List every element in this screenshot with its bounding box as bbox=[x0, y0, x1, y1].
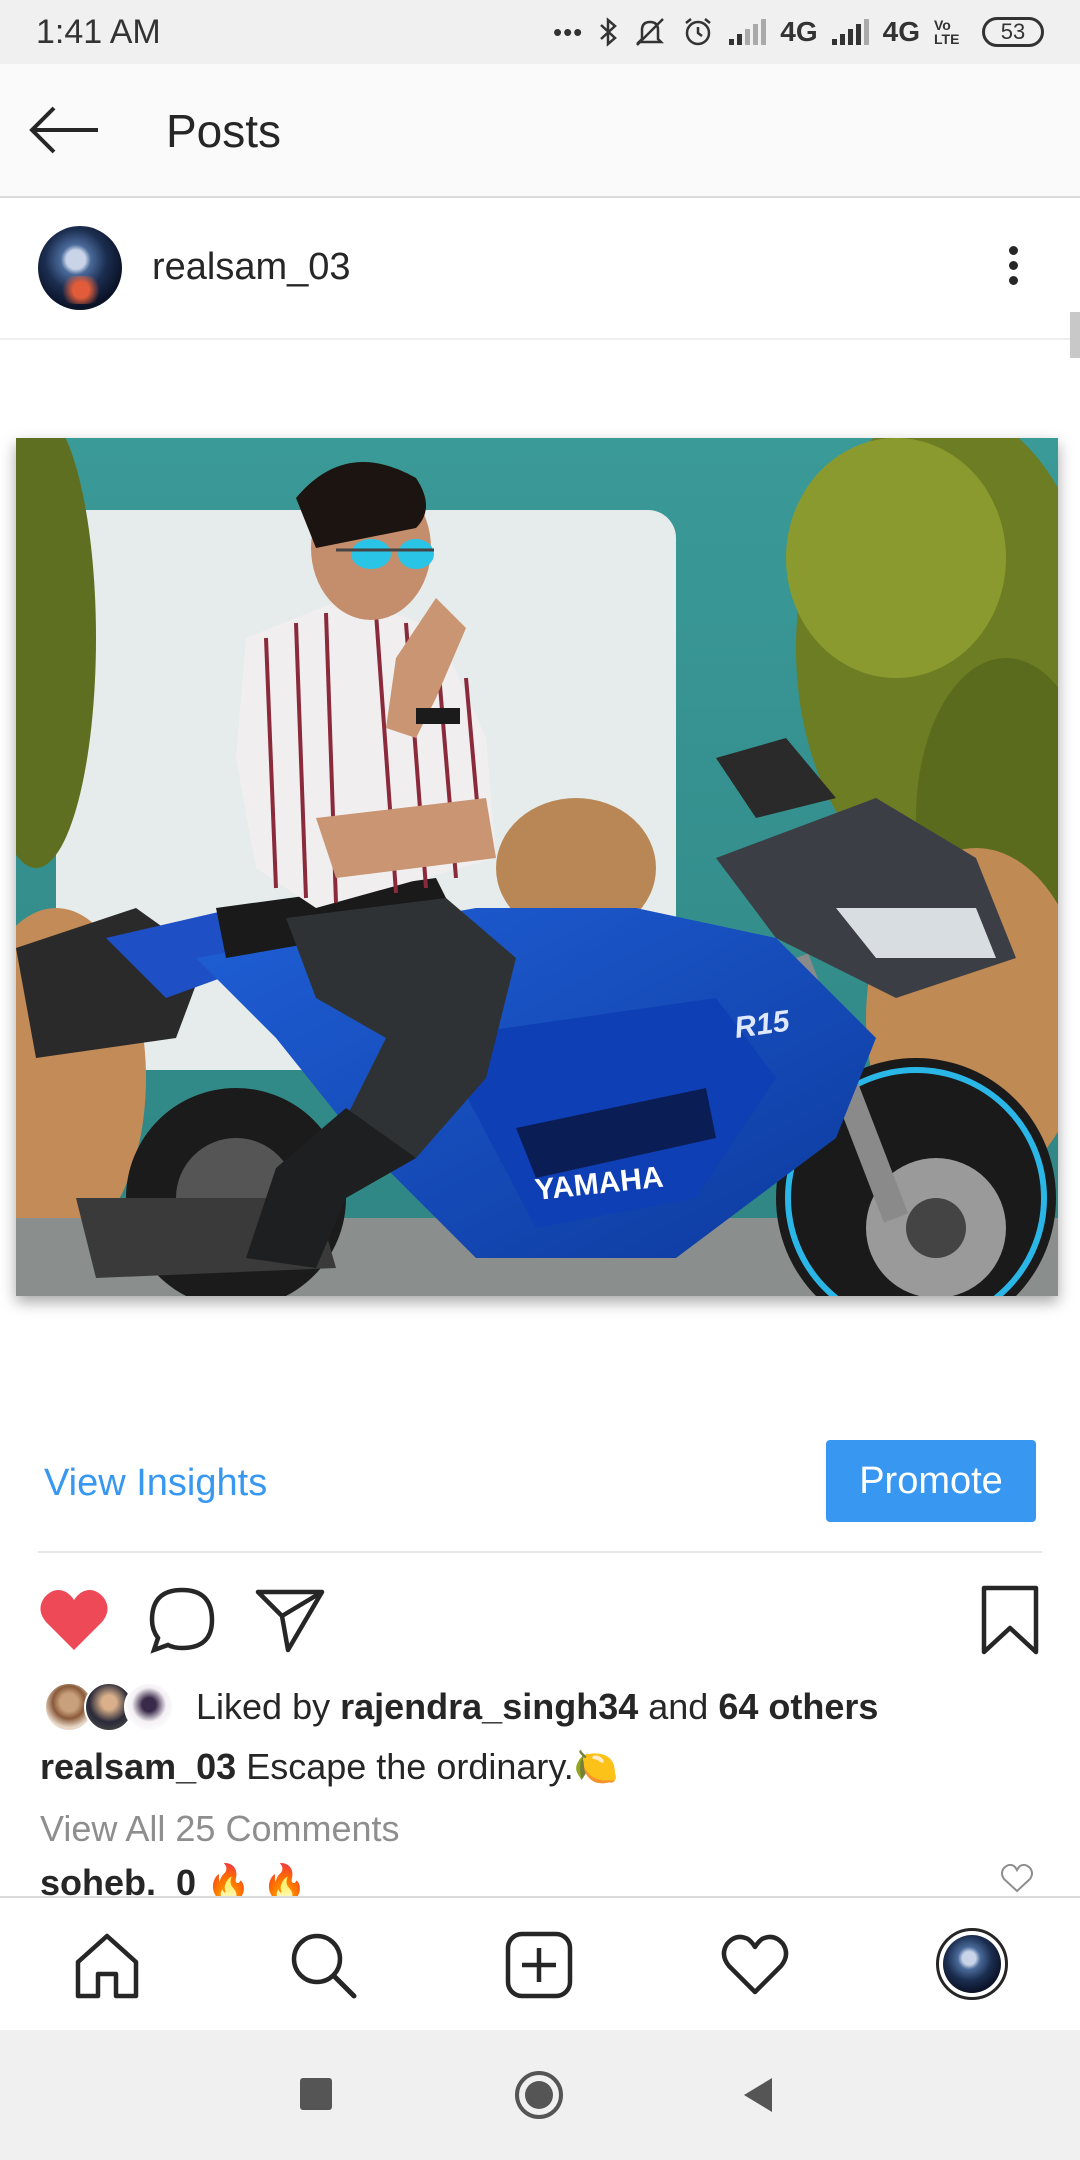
caption: realsam_03 Escape the ordinary.🍋 bbox=[40, 1746, 619, 1788]
promote-button[interactable]: Promote bbox=[826, 1440, 1036, 1522]
top-app-bar: Posts bbox=[0, 64, 1080, 198]
battery-level: 53 bbox=[1000, 19, 1026, 44]
add-post-icon[interactable] bbox=[502, 1928, 576, 2002]
signal-icon bbox=[831, 19, 869, 45]
author-avatar[interactable] bbox=[38, 226, 122, 310]
send-icon[interactable] bbox=[252, 1582, 328, 1658]
bookmark-icon[interactable] bbox=[972, 1582, 1048, 1658]
post-header: realsam_03 bbox=[0, 200, 1080, 340]
network-type-1: 4G bbox=[780, 16, 818, 47]
liker-avatars[interactable] bbox=[44, 1682, 174, 1736]
network-type-2: 4G bbox=[882, 16, 920, 47]
likes-prefix: Liked by bbox=[196, 1686, 331, 1727]
arrow-left-icon[interactable] bbox=[24, 100, 104, 160]
profile-avatar[interactable] bbox=[936, 1928, 1008, 2000]
volte-label: Vo LTE bbox=[934, 17, 960, 47]
heart-filled-icon[interactable] bbox=[36, 1582, 112, 1658]
home-icon[interactable] bbox=[70, 1928, 144, 2002]
activity-heart-icon[interactable] bbox=[718, 1928, 792, 2002]
likes-summary[interactable]: Liked by rajendra_singh34 and 64 others bbox=[196, 1686, 878, 1728]
divider bbox=[38, 1551, 1042, 1553]
page-title: Posts bbox=[166, 105, 282, 157]
alarm-icon bbox=[685, 18, 712, 46]
heart-outline-icon[interactable] bbox=[1000, 1862, 1034, 1894]
recent-apps-icon[interactable] bbox=[298, 2076, 334, 2112]
battery-icon: 53 bbox=[982, 17, 1044, 47]
caption-text: Escape the ordinary. bbox=[246, 1746, 574, 1787]
likes-others[interactable]: 64 others bbox=[718, 1686, 878, 1727]
search-icon[interactable] bbox=[286, 1928, 360, 2002]
signal-icon bbox=[729, 19, 767, 45]
post-photo[interactable]: YAMAHA R15 bbox=[16, 438, 1058, 1296]
more-vertical-icon[interactable] bbox=[996, 240, 1030, 300]
more-notifications-icon: ••• bbox=[552, 16, 584, 47]
author-username[interactable]: realsam_03 bbox=[152, 246, 351, 289]
photo-image: YAMAHA R15 bbox=[16, 438, 1058, 1296]
system-navigation-bar bbox=[0, 2030, 1080, 2160]
view-all-comments-link[interactable]: View All 25 Comments bbox=[40, 1808, 400, 1850]
bottom-navigation bbox=[0, 1896, 1080, 2030]
lemon-emoji: 🍋 bbox=[573, 1747, 619, 1788]
scrollbar[interactable] bbox=[1070, 312, 1080, 358]
back-triangle-icon[interactable] bbox=[740, 2076, 776, 2114]
liker-avatar bbox=[124, 1682, 174, 1732]
caption-username[interactable]: realsam_03 bbox=[40, 1746, 236, 1787]
liker-username[interactable]: rajendra_singh34 bbox=[340, 1686, 638, 1727]
status-icons: ••• 4G 4G Vo LTE 53 bbox=[553, 15, 1044, 49]
view-insights-link[interactable]: View Insights bbox=[44, 1462, 267, 1505]
bluetooth-icon bbox=[600, 17, 618, 47]
comment-icon[interactable] bbox=[144, 1582, 220, 1658]
status-time: 1:41 AM bbox=[36, 12, 161, 51]
home-button-icon[interactable] bbox=[514, 2070, 564, 2120]
likes-and: and bbox=[648, 1686, 709, 1727]
mute-icon bbox=[636, 18, 665, 46]
status-bar: 1:41 AM ••• 4G 4G Vo LTE 53 bbox=[0, 0, 1080, 64]
